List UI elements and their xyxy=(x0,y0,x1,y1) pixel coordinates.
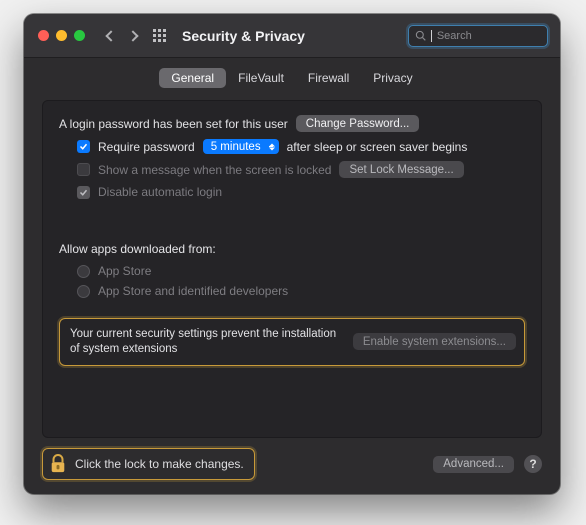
system-extensions-text: Your current security settings prevent t… xyxy=(70,327,341,357)
minimize-window-button[interactable] xyxy=(56,30,67,41)
lock-region[interactable]: Click the lock to make changes. xyxy=(42,448,255,480)
disable-auto-login-row: Disable automatic login xyxy=(77,185,525,199)
tab-filevault[interactable]: FileVault xyxy=(226,68,296,88)
show-all-icon[interactable] xyxy=(153,29,166,42)
check-icon xyxy=(79,188,88,197)
advanced-button[interactable]: Advanced... xyxy=(433,456,514,473)
download-section-header: Allow apps downloaded from: xyxy=(59,242,525,256)
require-password-label-pre: Require password xyxy=(98,140,195,154)
login-password-row: A login password has been set for this u… xyxy=(59,115,525,132)
search-field[interactable] xyxy=(408,25,548,47)
system-extensions-row: Your current security settings prevent t… xyxy=(59,318,525,366)
show-message-row: Show a message when the screen is locked… xyxy=(77,161,525,178)
download-appstore-row: App Store xyxy=(77,264,525,278)
download-appstore-label: App Store xyxy=(98,264,151,278)
login-password-text: A login password has been set for this u… xyxy=(59,117,288,131)
general-panel: A login password has been set for this u… xyxy=(42,100,542,438)
forward-button[interactable] xyxy=(127,30,138,41)
download-appstore-radio[interactable] xyxy=(77,265,90,278)
stepper-arrows-icon xyxy=(269,143,275,150)
search-icon xyxy=(415,30,426,41)
tab-general[interactable]: General xyxy=(159,68,226,88)
enable-system-extensions-button[interactable]: Enable system extensions... xyxy=(353,333,516,350)
nav-arrows xyxy=(107,32,137,40)
lock-label: Click the lock to make changes. xyxy=(75,457,244,471)
footer: Click the lock to make changes. Advanced… xyxy=(24,438,560,494)
back-button[interactable] xyxy=(105,30,116,41)
close-window-button[interactable] xyxy=(38,30,49,41)
change-password-button[interactable]: Change Password... xyxy=(296,115,420,132)
set-lock-message-button[interactable]: Set Lock Message... xyxy=(339,161,463,178)
window-title: Security & Privacy xyxy=(182,28,305,44)
preferences-window: Security & Privacy General FileVault Fir… xyxy=(24,14,560,494)
download-identified-row: App Store and identified developers xyxy=(77,284,525,298)
show-message-label: Show a message when the screen is locked xyxy=(98,163,331,177)
tab-bar: General FileVault Firewall Privacy xyxy=(24,58,560,96)
search-input[interactable] xyxy=(437,30,541,42)
traffic-lights xyxy=(38,30,85,41)
text-caret xyxy=(431,30,432,42)
require-password-delay-value: 5 minutes xyxy=(211,141,261,153)
tab-firewall[interactable]: Firewall xyxy=(296,68,361,88)
tab-privacy[interactable]: Privacy xyxy=(361,68,424,88)
disable-auto-login-label: Disable automatic login xyxy=(98,185,222,199)
help-button[interactable]: ? xyxy=(524,455,542,473)
disable-auto-login-checkbox[interactable] xyxy=(77,186,90,199)
download-identified-label: App Store and identified developers xyxy=(98,284,288,298)
check-icon xyxy=(79,142,88,151)
show-message-checkbox[interactable] xyxy=(77,163,90,176)
lock-icon xyxy=(49,453,67,475)
toolbar: Security & Privacy xyxy=(24,14,560,58)
require-password-delay-select[interactable]: 5 minutes xyxy=(203,139,279,154)
require-password-row: Require password 5 minutes after sleep o… xyxy=(77,139,525,154)
require-password-checkbox[interactable] xyxy=(77,140,90,153)
zoom-window-button[interactable] xyxy=(74,30,85,41)
download-identified-radio[interactable] xyxy=(77,285,90,298)
require-password-label-post: after sleep or screen saver begins xyxy=(287,140,468,154)
